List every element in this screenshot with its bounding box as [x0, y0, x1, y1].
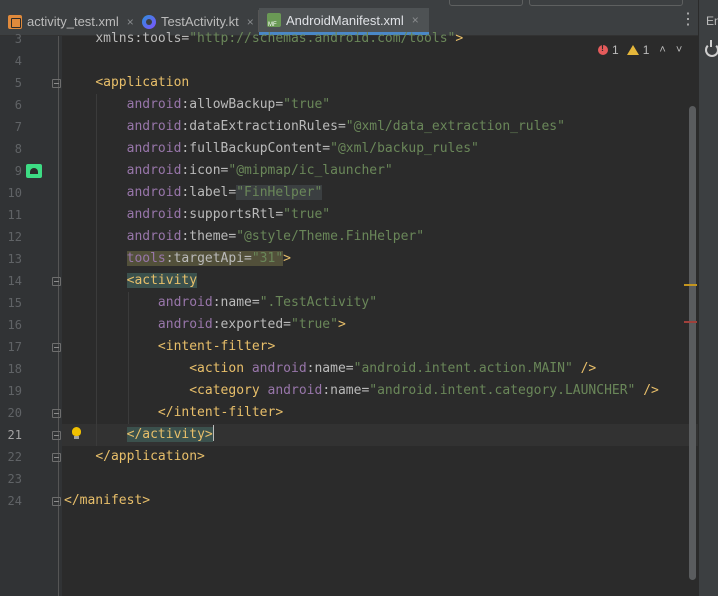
text-caret: [212, 425, 214, 441]
error-icon: [598, 43, 608, 55]
code-line-17: <intent-filter>: [157, 339, 276, 354]
code-line-18: <action android:name="android.intent.act…: [189, 361, 597, 376]
code-editor[interactable]: xmlns:tools="http://schemas.android.com/…: [0, 0, 698, 596]
code-line-11: android:supportsRtl="true": [126, 207, 331, 222]
chevron-up-icon[interactable]: ˄: [659, 44, 665, 56]
code-line-13: tools:targetApi="31">: [126, 251, 291, 266]
inspection-widget[interactable]: 1 1 ˄ ˅: [598, 42, 682, 58]
vertical-scrollbar[interactable]: [689, 106, 696, 580]
code-line-9: android:icon="@mipmap/ic_launcher": [126, 163, 393, 178]
code-line-3: xmlns:tools="http://schemas.android.com/…: [95, 31, 464, 46]
code-line-22: </application>: [95, 449, 205, 464]
emulator-tool-button[interactable]: Em: [706, 14, 718, 28]
code-line-12: android:theme="@style/Theme.FinHelper": [126, 229, 425, 244]
error-stripe-marker[interactable]: [684, 321, 697, 323]
code-line-6: android:allowBackup="true": [126, 97, 331, 112]
side-tool-window-strip: [698, 0, 718, 596]
code-line-14: <activity: [126, 273, 198, 288]
code-line-20: </intent-filter>: [157, 405, 284, 420]
warning-icon: [626, 45, 639, 55]
code-line-15: android:name=".TestActivity": [157, 295, 378, 310]
code-line-10: android:label="FinHelper": [126, 185, 323, 200]
code-line-5: <application: [95, 75, 190, 90]
warning-count: 1: [642, 43, 650, 57]
code-line-8: android:fullBackupContent="@xml/backup_r…: [126, 141, 479, 156]
chevron-down-icon[interactable]: ˅: [676, 44, 682, 56]
code-line-7: android:dataExtractionRules="@xml/data_e…: [126, 119, 565, 134]
warning-stripe-marker[interactable]: [684, 284, 697, 286]
code-line-21: </activity>: [126, 425, 214, 442]
error-count: 1: [612, 43, 619, 57]
code-line-19: <category android:name="android.intent.c…: [189, 383, 659, 398]
power-icon[interactable]: [705, 40, 718, 57]
code-line-24: </manifest>: [64, 493, 151, 508]
code-line-16: android:exported="true">: [157, 317, 346, 332]
